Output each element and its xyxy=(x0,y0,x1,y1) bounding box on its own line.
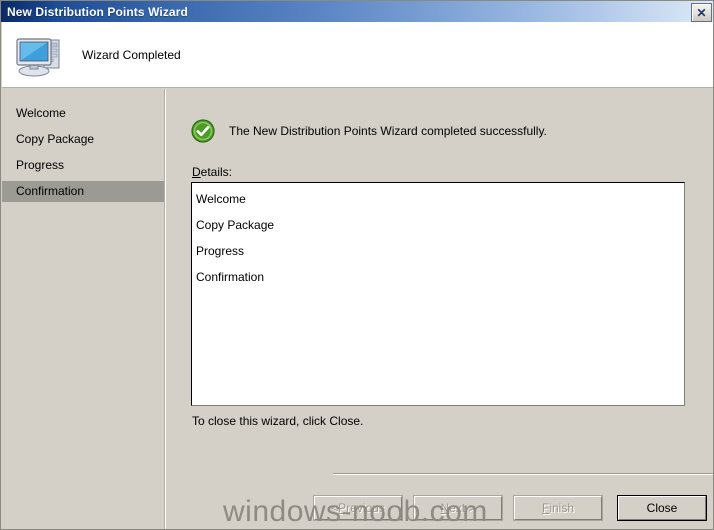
list-item[interactable]: Welcome xyxy=(196,189,684,215)
sidebar-item-confirmation[interactable]: Confirmation xyxy=(2,181,164,202)
previous-button[interactable]: < Previous xyxy=(314,496,402,520)
completion-status: The New Distribution Points Wizard compl… xyxy=(191,119,547,143)
previous-button-label: revious xyxy=(346,501,385,515)
button-bar: < Previous Next > Finish Close xyxy=(167,487,713,529)
sidebar-item-progress[interactable]: Progress xyxy=(2,155,164,176)
previous-button-accel: P xyxy=(338,501,347,515)
sidebar-item-copy-package[interactable]: Copy Package xyxy=(2,129,164,150)
next-button-accel: N xyxy=(440,501,450,515)
list-item[interactable]: Confirmation xyxy=(196,267,684,293)
computer-icon xyxy=(16,37,60,76)
finish-button-label: inish xyxy=(549,501,575,515)
sidebar-item-welcome[interactable]: Welcome xyxy=(2,103,164,124)
close-button[interactable]: Close xyxy=(618,496,706,520)
closing-hint: To close this wizard, click Close. xyxy=(192,414,364,428)
header-title: Wizard Completed xyxy=(82,47,181,62)
title-bar: New Distribution Points Wizard ✕ xyxy=(1,1,713,22)
previous-button-prefix: < xyxy=(331,501,339,515)
wizard-dialog: New Distribution Points Wizard ✕ Wizard … xyxy=(0,0,714,530)
details-label-rest: etails: xyxy=(200,165,233,179)
details-label-accel: D xyxy=(192,165,201,179)
next-button[interactable]: Next > xyxy=(414,496,502,520)
finish-button[interactable]: Finish xyxy=(514,496,602,520)
completion-message: The New Distribution Points Wizard compl… xyxy=(229,124,547,138)
details-label: Details: xyxy=(192,165,232,179)
window-title: New Distribution Points Wizard xyxy=(7,4,188,19)
close-glyph: ✕ xyxy=(696,5,707,20)
finish-button-accel: F xyxy=(541,501,550,515)
wizard-content-panel: The New Distribution Points Wizard compl… xyxy=(167,89,713,529)
button-bar-separator xyxy=(333,473,713,475)
close-icon[interactable]: ✕ xyxy=(691,3,712,22)
panel-divider xyxy=(164,89,166,529)
next-button-label: ext > xyxy=(449,501,476,515)
wizard-step-nav: Welcome Copy Package Progress Confirmati… xyxy=(2,89,164,529)
list-item[interactable]: Progress xyxy=(196,241,684,267)
details-list[interactable]: Welcome Copy Package Progress Confirmati… xyxy=(191,182,685,406)
list-item[interactable]: Copy Package xyxy=(196,215,684,241)
success-check-icon xyxy=(191,119,215,143)
wizard-header: Wizard Completed xyxy=(2,22,713,88)
close-button-label: Close xyxy=(646,501,678,515)
